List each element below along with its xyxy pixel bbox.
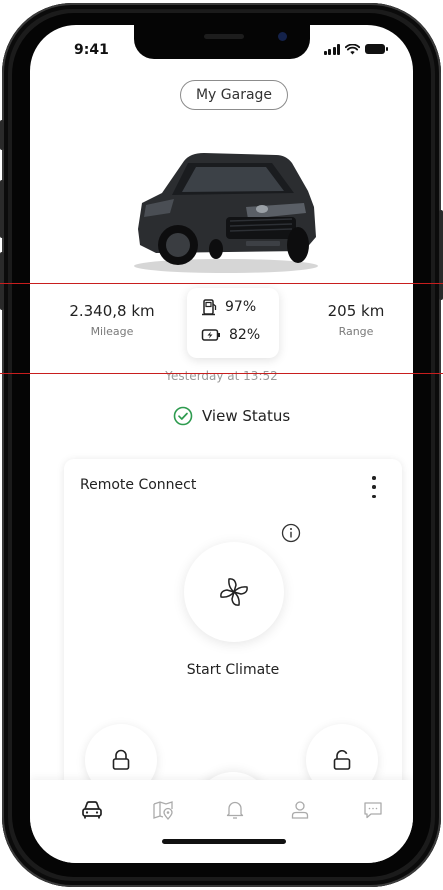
status-icons: [323, 42, 388, 56]
range-stat: 205 km Range: [313, 302, 399, 338]
remote-connect-card: Remote Connect Start Climate: [64, 459, 402, 848]
start-climate-button[interactable]: [184, 542, 284, 642]
fuel-level-row: 97%: [201, 298, 256, 316]
check-circle-icon: [173, 406, 193, 426]
battery-level-row: 82%: [201, 327, 260, 343]
fuel-pump-icon: [202, 299, 217, 316]
volume-down-button: [0, 252, 4, 310]
status-time: 9:41: [74, 42, 109, 58]
mileage-value: 2.340,8 km: [69, 302, 155, 320]
battery-icon: [365, 44, 388, 54]
view-status-label: View Status: [202, 407, 291, 425]
last-updated-text: Yesterday at 13:52: [165, 369, 278, 383]
signal-icon: [323, 43, 340, 55]
bottom-tab-bar: [30, 780, 413, 863]
range-label: Range: [338, 325, 374, 338]
tab-messages[interactable]: [358, 796, 388, 824]
power-button: [439, 210, 443, 300]
tab-vehicle[interactable]: [77, 796, 107, 824]
wifi-icon: [345, 43, 360, 54]
tab-map[interactable]: [148, 796, 178, 824]
car-icon: [82, 801, 102, 819]
mileage-label: Mileage: [90, 325, 134, 338]
charge-level-card: 97% 82%: [187, 288, 279, 358]
map-icon: [153, 801, 173, 820]
view-status-link[interactable]: View Status: [173, 405, 290, 427]
ev-battery-icon: [201, 329, 220, 341]
more-options-icon[interactable]: [370, 476, 378, 498]
speaker-grille: [204, 34, 244, 39]
chat-icon: [364, 802, 382, 819]
user-icon: [291, 801, 309, 819]
mileage-stat: 2.340,8 km Mileage: [60, 302, 164, 338]
annotation-line-top: [0, 283, 443, 284]
info-icon[interactable]: [281, 523, 301, 543]
tab-notifications[interactable]: [220, 796, 250, 824]
battery-percent: 82%: [229, 327, 261, 343]
car-image: [134, 153, 318, 273]
lock-icon: [112, 749, 130, 770]
range-value: 205 km: [327, 302, 385, 320]
fan-icon: [220, 578, 248, 606]
remote-connect-title: Remote Connect: [80, 477, 197, 493]
mute-switch: [0, 120, 4, 150]
home-indicator[interactable]: [162, 839, 286, 844]
tab-profile[interactable]: [285, 796, 315, 824]
fuel-percent: 97%: [225, 299, 257, 315]
notch: [134, 25, 310, 59]
start-climate-label: Start Climate: [186, 662, 280, 678]
annotation-line-bottom: [0, 373, 443, 374]
unlock-icon: [333, 750, 351, 770]
bell-icon: [226, 801, 244, 819]
front-camera: [278, 32, 287, 41]
app-screen: 9:41 My Garage 2.340,8 km Mileage 97% 82…: [30, 25, 413, 863]
my-garage-button[interactable]: My Garage: [180, 80, 288, 110]
volume-up-button: [0, 180, 4, 238]
